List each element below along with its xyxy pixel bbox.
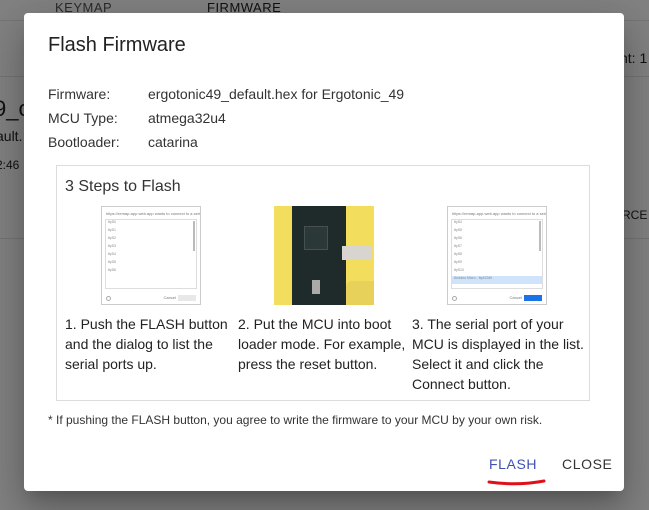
- info-row-firmware: Firmware: ergotonic49_default.hex for Erg…: [48, 86, 404, 102]
- flash-firmware-dialog: Flash Firmware Firmware: ergotonic49_defa…: [24, 13, 624, 491]
- red-underline-annotation: [487, 479, 546, 486]
- step-1-text: 1. Push the FLASH button and the dialog …: [65, 316, 228, 372]
- info-value: atmega32u4: [148, 110, 226, 126]
- steps-title: 3 Steps to Flash: [65, 178, 181, 195]
- info-label: MCU Type:: [48, 110, 118, 126]
- flash-button[interactable]: FLASH: [481, 451, 545, 477]
- info-value: ergotonic49_default.hex for Ergotonic_49: [148, 86, 405, 102]
- step-3-text: 3. The serial port of your MCU is displa…: [412, 316, 584, 392]
- serial-dialog-screenshot: https://remap-app.web.app wants to conne…: [101, 206, 201, 305]
- steps-box: 3 Steps to Flash https://remap-app.web.a…: [56, 165, 590, 401]
- info-row-mcu: MCU Type: atmega32u4: [48, 110, 226, 126]
- mcu-photo: [274, 206, 374, 305]
- risk-footnote: * If pushing the FLASH button, you agree…: [48, 413, 543, 427]
- info-label: Bootloader:: [48, 134, 120, 150]
- info-label: Firmware:: [48, 86, 111, 102]
- close-button[interactable]: CLOSE: [554, 451, 620, 477]
- info-row-bootloader: Bootloader: catarina: [48, 134, 198, 150]
- info-value: catarina: [148, 134, 198, 150]
- serial-port-selected-screenshot: https://remap-app.web.app wants to conne…: [447, 206, 547, 305]
- step-2-text: 2. Put the MCU into boot loader mode. Fo…: [238, 316, 406, 372]
- dialog-title: Flash Firmware: [48, 34, 186, 56]
